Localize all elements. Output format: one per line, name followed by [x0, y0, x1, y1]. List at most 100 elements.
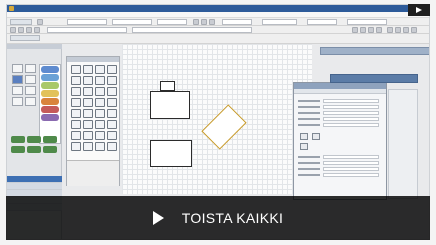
property-label	[298, 174, 320, 176]
object-info-palette	[293, 82, 387, 200]
drawing-rectangle	[150, 140, 192, 167]
property-label	[298, 162, 320, 164]
tool-icon	[71, 120, 81, 129]
playlist-badge[interactable]	[408, 4, 430, 16]
swatch	[41, 90, 59, 97]
offset-icon	[312, 133, 320, 140]
tool-icon	[107, 98, 117, 107]
play-all-overlay[interactable]: TOISTA KAIKKI	[6, 196, 430, 240]
toolbar-button	[10, 27, 16, 33]
tool-icon	[83, 109, 93, 118]
tool-icon	[27, 136, 41, 143]
projection-dropdown	[307, 19, 337, 25]
swatch	[41, 66, 59, 73]
toolbar-button	[201, 19, 207, 25]
toolbar-button	[403, 27, 409, 33]
tool-icon	[27, 146, 41, 153]
property-value	[323, 99, 379, 103]
flip-icon	[300, 143, 308, 150]
tool-icon	[95, 120, 105, 129]
tool-icon	[71, 131, 81, 140]
toolbar-button	[209, 19, 215, 25]
tool-set-palette	[66, 56, 120, 186]
property-label	[298, 106, 320, 108]
property-value	[323, 105, 379, 109]
toolbar-button	[387, 27, 393, 33]
playlist-play-icon	[416, 7, 422, 13]
rotation-icon	[300, 133, 308, 140]
toolbar-button	[37, 19, 43, 25]
tool-icon	[83, 142, 93, 151]
property-value	[323, 123, 379, 127]
layer-item	[7, 183, 62, 190]
green-tool-group	[11, 136, 59, 154]
property-label	[298, 112, 320, 114]
mode-bar	[47, 27, 127, 33]
palette-header	[7, 44, 62, 49]
view-dropdown	[157, 19, 187, 25]
toolbar-button	[368, 27, 374, 33]
swatch	[41, 74, 59, 81]
tool-icon	[71, 109, 81, 118]
property-label	[298, 168, 320, 170]
play-all-label: TOISTA KAIKKI	[181, 210, 284, 226]
property-value	[323, 155, 379, 159]
tool-icon	[107, 87, 117, 96]
navigation-palette	[320, 47, 429, 55]
property-value	[323, 173, 379, 177]
toolbar-view	[7, 18, 429, 26]
tool-icon	[95, 87, 105, 96]
property-row	[298, 155, 379, 159]
toolbar-button	[26, 27, 32, 33]
toolbar-button	[18, 27, 24, 33]
tool-icon	[107, 65, 117, 74]
property-row	[298, 167, 379, 171]
tool-icon	[95, 109, 105, 118]
tool-icon	[12, 86, 23, 95]
swatch	[41, 106, 59, 113]
mode-bar-options	[132, 27, 252, 33]
toolbar-button	[376, 27, 382, 33]
tool-icon	[71, 87, 81, 96]
property-value	[323, 111, 379, 115]
palette-header	[67, 57, 119, 62]
tool-options	[67, 160, 119, 186]
app-title-bar	[7, 5, 429, 12]
swatch	[41, 114, 59, 121]
toolbar-tabs	[7, 34, 429, 44]
property-label	[298, 118, 320, 120]
play-icon	[152, 211, 164, 225]
property-row	[298, 161, 379, 165]
property-row	[298, 123, 379, 127]
tool-icon	[107, 109, 117, 118]
video-thumbnail-card[interactable]: TOISTA KAIKKI	[0, 0, 436, 245]
render-dropdown	[262, 19, 297, 25]
toolbar-button	[360, 27, 366, 33]
tool-icon	[107, 120, 117, 129]
property-row	[298, 117, 379, 121]
attribute-swatches	[39, 64, 61, 144]
visibility-palette-header	[330, 74, 418, 83]
app-logo	[9, 6, 14, 11]
tool-icon	[83, 120, 93, 129]
layer-dropdown	[112, 19, 152, 25]
document-tab	[10, 35, 40, 41]
property-value	[323, 161, 379, 165]
swatch	[41, 98, 59, 105]
tool-icon	[95, 142, 105, 151]
toolbar-snapping	[7, 26, 429, 34]
selected-rectangle	[201, 104, 247, 150]
tool-icon	[107, 76, 117, 85]
palette-tabs	[294, 89, 386, 94]
tool-icon	[11, 146, 25, 153]
toolbar-button	[352, 27, 358, 33]
tool-icon	[12, 64, 23, 73]
toolbar-button	[193, 19, 199, 25]
toolbar-tab	[10, 19, 32, 25]
property-label	[298, 100, 320, 102]
tool-icon	[12, 75, 23, 84]
tool-icon	[95, 65, 105, 74]
tool-icon	[12, 97, 23, 106]
tool-icon	[25, 86, 36, 95]
swatch	[41, 82, 59, 89]
